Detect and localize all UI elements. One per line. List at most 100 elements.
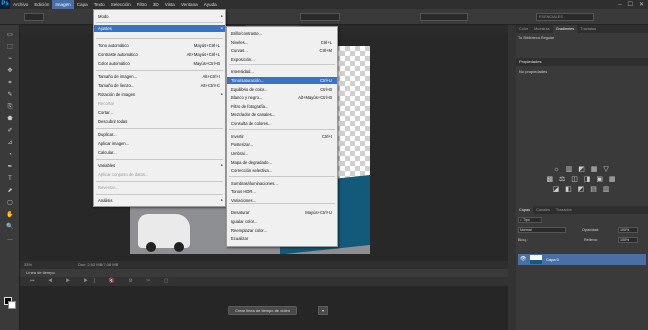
menu-item-tonos-hdr[interactable]: Tonos HDR... xyxy=(227,188,337,195)
menu-filtro[interactable]: Filtro xyxy=(134,0,150,9)
menu-item-cortar[interactable]: Cortar... xyxy=(94,109,225,116)
menu-item-correccion-selectiva[interactable]: Corrección selectiva... xyxy=(227,167,337,174)
menu-item-tamano-de-lienzo[interactable]: Tamaño de lienzo... Alt+Ctrl+C xyxy=(94,82,225,89)
minimize-icon[interactable]: – xyxy=(618,2,621,8)
menu-item-tono-automatico[interactable]: Tono automático Mayús+Ctrl+L xyxy=(94,42,225,49)
type-tool-icon[interactable]: T xyxy=(5,175,15,184)
option-field[interactable] xyxy=(300,13,340,21)
menu-item-tono-saturacion[interactable]: Tono/saturación... Ctrl+U xyxy=(227,76,337,84)
menu-item-mezclador-de-canales[interactable]: Mezclador de canales... xyxy=(227,111,337,118)
menu-edicion[interactable]: Edición xyxy=(31,0,52,9)
eraser-tool-icon[interactable]: ◔ xyxy=(5,151,15,160)
blend-mode-select[interactable]: Normal xyxy=(518,227,566,233)
refine-edge-button[interactable] xyxy=(420,13,468,21)
history-brush-tool-icon[interactable]: ⊿ xyxy=(5,139,15,148)
menu-item-tamano-de-imagen[interactable]: Tamaño de imagen... Alt+Ctrl+I xyxy=(94,73,225,80)
properties-panel-title[interactable]: Propiedades xyxy=(516,58,648,66)
menu-item-invertir[interactable]: Invertir Ctrl+I xyxy=(227,133,337,140)
clone-tool-icon[interactable]: ✐ xyxy=(5,127,15,136)
menu-item-blanco-y-negro[interactable]: Blanco y negro... Alt+Mayús+Ctrl+B xyxy=(227,94,337,101)
tab-color[interactable]: Color xyxy=(516,25,531,33)
opacity-input[interactable]: 100% xyxy=(618,227,638,233)
adjustments-row-1-icons[interactable]: ☼ ▥ ◩ ▦ ▽ xyxy=(536,165,628,175)
close-icon[interactable]: ✕ xyxy=(639,1,644,8)
menu-item-igualar-color[interactable]: Igualar color... xyxy=(227,218,337,225)
pen-tool-icon[interactable]: ✒ xyxy=(5,163,15,172)
marquee-tool-icon[interactable]: ⬚ xyxy=(5,43,15,52)
layer-row[interactable]: 👁 Capa 0 xyxy=(518,254,646,265)
tab-canales[interactable]: Canales xyxy=(533,206,553,214)
adjustments-icons[interactable]: ☼ ▥ ◩ ▦ ▽ ▩ ⚖ ◫ ◨ ▣ ▦ ◪ ◧ ◩ ▤ ▥ xyxy=(536,165,628,205)
menu-item-modo[interactable]: Modo ▸ xyxy=(94,13,225,20)
workspace-select[interactable]: ESENCIALES xyxy=(536,13,594,21)
menu-item-variables[interactable]: Variables ▸ xyxy=(94,162,225,169)
crop-tool-icon[interactable]: ⌗ xyxy=(5,79,15,88)
eye-icon[interactable]: 👁 xyxy=(520,256,526,262)
menu-archivo[interactable]: Archivo xyxy=(10,0,31,9)
menu-item-calcular[interactable]: Calcular... xyxy=(94,149,225,156)
hand-tool-icon[interactable]: ✋ xyxy=(5,211,15,220)
menu-item-intensidad[interactable]: Intensidad... xyxy=(227,68,337,75)
lasso-tool-icon[interactable]: ⌁ xyxy=(5,55,15,64)
menu-item-analisis[interactable]: Análisis ▸ xyxy=(94,197,225,204)
tab-gradientes[interactable]: Gradientes xyxy=(552,25,578,33)
chevron-down-icon[interactable]: ▾ xyxy=(318,306,328,315)
menu-item-equilibrio-de-color[interactable]: Equilibrio de color... Ctrl+B xyxy=(227,86,337,93)
menu-item-ecualizar[interactable]: Ecualizar xyxy=(227,235,337,242)
menu-item-niveles[interactable]: Niveles... Ctrl+L xyxy=(227,39,337,46)
fill-input[interactable]: 100% xyxy=(618,237,638,243)
menu-item-descubrir-todas[interactable]: Descubrir todas xyxy=(94,118,225,125)
zoom-tool-icon[interactable]: 🔍 xyxy=(5,223,15,232)
eyedropper-tool-icon[interactable]: ✎ xyxy=(5,91,15,100)
menu-item-duplicar[interactable]: Duplicar... xyxy=(94,131,225,138)
tab-trazados[interactable]: Trazados xyxy=(577,25,599,33)
maximize-icon[interactable]: ☐ xyxy=(628,1,633,8)
menu-item-brillo-contraste[interactable]: Brillo/contraste... xyxy=(227,30,337,37)
adjustments-row-3-icons[interactable]: ◪ ◧ ◩ ▤ ▥ xyxy=(536,185,628,195)
quick-select-tool-icon[interactable]: ✥ xyxy=(5,67,15,76)
menu-item-rotacion-de-imagen[interactable]: Rotación de imagen ▸ xyxy=(94,91,225,98)
more-tools-icon[interactable]: … xyxy=(5,235,15,244)
menu-item-curvas[interactable]: Curvas... Ctrl+M xyxy=(227,47,337,54)
menu-ventana[interactable]: Ventana xyxy=(178,0,201,9)
background-color-swatch[interactable] xyxy=(8,301,16,309)
brush-tool-icon[interactable]: ⬟ xyxy=(5,115,15,124)
menu-item-reemplazar-color[interactable]: Reemplazar color... xyxy=(227,227,337,234)
path-select-tool-icon[interactable]: ⬈ xyxy=(5,187,15,196)
menu-item-umbral[interactable]: Umbral... xyxy=(227,150,337,157)
menu-item-mapa-de-degradado[interactable]: Mapa de degradado... xyxy=(227,159,337,166)
menu-item-exposicion[interactable]: Exposición... xyxy=(227,56,337,63)
menu-3d[interactable]: 3D xyxy=(150,0,162,9)
timeline-playback-controls[interactable]: ⏮ ◀ ▶ ▶| 🔇 ⚙ ✂ ▢ xyxy=(20,277,508,286)
tab-layer-trazados[interactable]: Trazados xyxy=(553,206,575,214)
move-tool-icon[interactable]: ▭ xyxy=(5,31,15,40)
menu-item-consulta-de-colores[interactable]: Consulta de colores... xyxy=(227,120,337,127)
zoom-level[interactable]: 33% xyxy=(24,261,32,269)
tab-muestras[interactable]: Muestras xyxy=(531,25,553,33)
menu-item-ajustes[interactable]: Ajustes ▸ xyxy=(94,25,225,32)
menu-item-desaturar[interactable]: Desaturar Mayús+Ctrl+U xyxy=(227,209,337,216)
menu-item-color-automatico[interactable]: Color automático Mayús+Ctrl+B xyxy=(94,60,225,67)
document-info[interactable]: Doc: 2,63 MB/7,08 MB xyxy=(78,261,118,269)
menu-item-posterizar[interactable]: Posterizar... xyxy=(227,141,337,148)
menu-vista[interactable]: Vista xyxy=(162,0,178,9)
adjustments-row-2-icons[interactable]: ▩ ⚖ ◫ ◨ ▣ ▦ xyxy=(536,175,628,185)
library-row[interactable]: Tu Biblioteca Regular xyxy=(518,35,646,42)
create-video-timeline-button[interactable]: Crear línea de tiempo de vídeo xyxy=(228,306,297,315)
menu-ayuda[interactable]: Ayuda xyxy=(201,0,220,9)
menu-capa[interactable]: Capa xyxy=(74,0,91,9)
menu-item-sombras-iluminaciones[interactable]: Sombras/iluminaciones... xyxy=(227,180,337,187)
menu-texto[interactable]: Texto xyxy=(91,0,108,9)
layer-name[interactable]: Capa 0 xyxy=(546,254,559,265)
tab-capas[interactable]: Capas xyxy=(516,206,533,214)
shape-tool-icon[interactable]: ▢ xyxy=(5,199,15,208)
tool-preset-picker[interactable] xyxy=(24,13,44,21)
timeline-panel-tab[interactable]: Línea de tiempo xyxy=(20,269,508,277)
layer-kind-select[interactable]: ⌕ Tipo xyxy=(518,217,542,223)
healing-tool-icon[interactable]: ⎘ xyxy=(5,103,15,112)
menu-item-aplicar-imagen[interactable]: Aplicar imagen... xyxy=(94,140,225,147)
menu-imagen[interactable]: Imagen xyxy=(52,0,74,9)
menu-seleccion[interactable]: Selección xyxy=(108,0,134,9)
menu-item-contraste-automatico[interactable]: Contraste automático Alt+Mayús+Ctrl+L xyxy=(94,51,225,58)
menu-item-filtro-de-fotografia[interactable]: Filtro de fotografía... xyxy=(227,103,337,110)
